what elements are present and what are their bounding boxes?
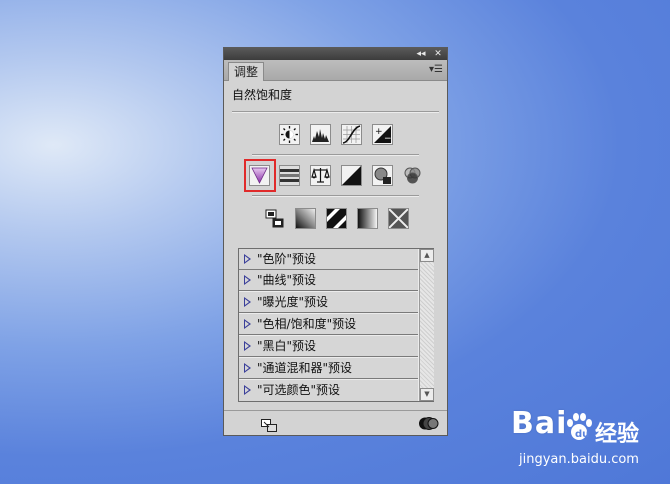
disclosure-triangle-icon[interactable]: [244, 319, 251, 329]
invert-icon[interactable]: [264, 208, 285, 229]
list-item[interactable]: "曲线"预设: [239, 270, 418, 291]
expand-view-icon[interactable]: [261, 417, 277, 432]
list-item[interactable]: "曝光度"预设: [239, 292, 418, 313]
black-white-icon[interactable]: [341, 165, 362, 186]
list-item[interactable]: "通道混和器"预设: [239, 358, 418, 379]
photo-filter-icon[interactable]: [372, 165, 393, 186]
panel-menu-icon[interactable]: ▾☰: [429, 64, 443, 76]
baidu-watermark: Bai du 经验 jingyan.baidu.com: [511, 406, 661, 476]
preset-label: "黑白"预设: [257, 339, 317, 353]
watermark-url: jingyan.baidu.com: [519, 452, 639, 467]
preset-label: "可选颜色"预设: [257, 383, 341, 397]
disclosure-triangle-icon[interactable]: [244, 341, 251, 351]
preset-label: "色阶"预设: [257, 252, 317, 266]
preset-label: "曝光度"预设: [257, 295, 329, 309]
curves-icon[interactable]: [341, 124, 362, 145]
adjustments-panel: ◂◂ ✕ 调整 ▾☰ 自然饱和度 + − "色阶"预设 "曲线"预设 "曝光度"…: [223, 47, 448, 436]
watermark-brand: Bai: [511, 406, 568, 441]
gradient-map-icon[interactable]: [357, 208, 378, 229]
disclosure-triangle-icon[interactable]: [244, 385, 251, 395]
posterize-icon[interactable]: [295, 208, 316, 229]
watermark-suffix: 经验: [595, 422, 640, 447]
vibrance-icon[interactable]: [249, 165, 270, 186]
paw-logo-icon: du: [567, 413, 592, 440]
disclosure-triangle-icon[interactable]: [244, 297, 251, 307]
layer-visibility-icon[interactable]: [419, 416, 439, 431]
tab-adjustments[interactable]: 调整: [228, 62, 265, 81]
panel-tab-bar: 调整 ▾☰: [224, 60, 447, 81]
exposure-icon[interactable]: + −: [372, 124, 393, 145]
hue-saturation-icon[interactable]: [279, 165, 300, 186]
preset-label: "曲线"预设: [257, 273, 317, 287]
disclosure-triangle-icon[interactable]: [244, 363, 251, 373]
disclosure-triangle-icon[interactable]: [244, 275, 251, 285]
color-balance-icon[interactable]: [310, 165, 331, 186]
svg-text:−: −: [384, 134, 392, 144]
svg-text:+: +: [375, 127, 383, 137]
collapse-icon[interactable]: ◂◂: [414, 48, 428, 60]
preset-list: "色阶"预设 "曲线"预设 "曝光度"预设 "色相/饱和度"预设 "黑白"预设 …: [238, 248, 434, 402]
preset-label: "色相/饱和度"预设: [257, 317, 357, 331]
selective-color-icon[interactable]: [388, 208, 409, 229]
svg-text:du: du: [575, 429, 589, 440]
panel-titlebar[interactable]: ◂◂ ✕: [224, 48, 447, 60]
scroll-up-icon[interactable]: ▲: [420, 249, 434, 262]
panel-footer: [224, 410, 447, 436]
close-icon[interactable]: ✕: [431, 48, 445, 60]
levels-icon[interactable]: [310, 124, 331, 145]
list-item[interactable]: "色阶"预设: [239, 249, 418, 270]
scroll-down-icon[interactable]: ▼: [420, 388, 434, 401]
adjustment-title: 自然饱和度: [232, 88, 293, 102]
divider: [252, 195, 419, 197]
scrollbar[interactable]: ▲ ▼: [419, 249, 434, 401]
divider: [232, 111, 439, 113]
channel-mixer-icon[interactable]: [402, 165, 423, 186]
threshold-icon[interactable]: [326, 208, 347, 229]
brightness-contrast-icon[interactable]: [279, 124, 300, 145]
disclosure-triangle-icon[interactable]: [244, 254, 251, 264]
list-item[interactable]: "黑白"预设: [239, 336, 418, 357]
list-item[interactable]: "可选颜色"预设: [239, 380, 418, 401]
divider: [252, 154, 419, 156]
list-item[interactable]: "色相/饱和度"预设: [239, 314, 418, 335]
preset-label: "通道混和器"预设: [257, 361, 353, 375]
